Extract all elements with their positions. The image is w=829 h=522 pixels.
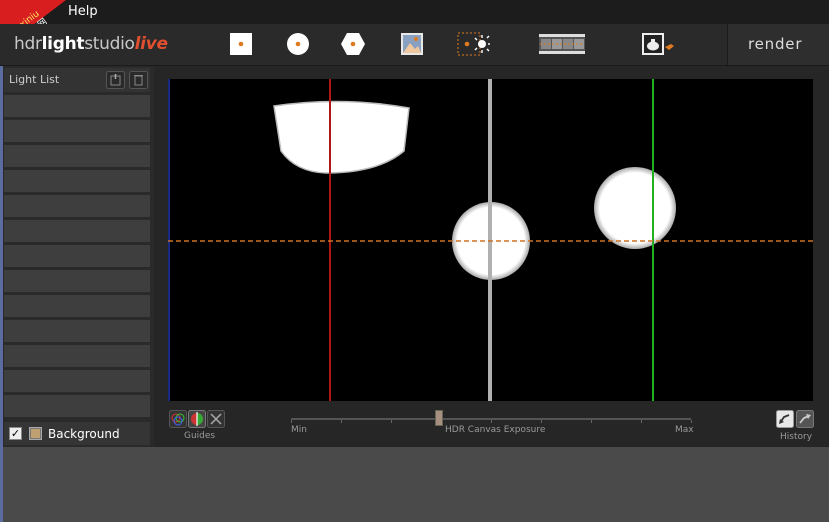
menu-help[interactable]: Help [68, 4, 98, 19]
tool-render-teapot[interactable] [641, 31, 675, 57]
point-light-hexagon-icon [341, 33, 365, 55]
image-light-icon [401, 33, 423, 55]
teapot-render-icon [642, 33, 674, 55]
tool-image-light[interactable] [400, 31, 424, 57]
exposure-min-label: Min [291, 425, 307, 435]
menu-bar [0, 0, 829, 24]
exposure-title: HDR Canvas Exposure [445, 425, 546, 435]
slider-tick [641, 420, 642, 423]
light-list-title: Light List [9, 73, 60, 86]
tool-point-circle[interactable] [286, 31, 310, 57]
sun-light-icon [457, 32, 490, 56]
add-light-icon[interactable] [106, 71, 125, 89]
light-list-slot[interactable] [4, 395, 150, 418]
history-label: History [780, 432, 813, 442]
slider-tick [541, 420, 542, 423]
light-list-slot[interactable] [4, 320, 150, 343]
area-light-shape[interactable] [273, 100, 410, 174]
light-list-slot[interactable] [4, 245, 150, 268]
tool-sun-light[interactable] [457, 31, 491, 57]
footer-area [3, 447, 829, 522]
tool-filmstrip[interactable] [538, 31, 586, 57]
tool-point-square[interactable] [229, 31, 253, 57]
app-logo: hdrlightstudiolive [14, 34, 168, 54]
slider-tick [491, 420, 492, 423]
light-list-slot[interactable] [4, 270, 150, 293]
slider-tick [391, 420, 392, 423]
light-list-slot[interactable] [4, 295, 150, 318]
guides-label: Guides [184, 431, 216, 441]
hdr-canvas[interactable] [168, 79, 813, 401]
slider-tick [691, 420, 692, 423]
guides-rgb-icon[interactable] [169, 410, 187, 428]
light-list-slot[interactable] [4, 345, 150, 368]
light-list-slot[interactable] [4, 195, 150, 218]
background-label: Background [48, 427, 120, 441]
background-image-icon [29, 427, 42, 440]
light-list-slot[interactable] [4, 95, 150, 118]
redo-icon[interactable] [796, 410, 814, 428]
exposure-max-label: Max [675, 425, 694, 435]
point-light-circle-icon [287, 33, 309, 55]
guides-toggle-icon[interactable] [188, 410, 206, 428]
light-list-slot[interactable] [4, 170, 150, 193]
light-list-slot[interactable] [4, 370, 150, 393]
light-list-slot[interactable] [4, 145, 150, 168]
guides-clear-icon[interactable] [207, 410, 225, 428]
filmstrip-icon [539, 34, 585, 54]
render-button[interactable]: render [748, 35, 802, 53]
tool-point-hexagon[interactable] [340, 31, 366, 57]
background-visibility-checkbox[interactable]: ✓ [9, 427, 22, 440]
point-light-square-icon [230, 33, 252, 55]
window-left-edge [0, 66, 3, 522]
slider-tick [341, 420, 342, 423]
delete-light-icon[interactable] [129, 71, 148, 89]
slider-tick [291, 420, 292, 423]
light-list-slot[interactable] [4, 220, 150, 243]
undo-icon[interactable] [776, 410, 794, 428]
exposure-slider-handle[interactable] [435, 410, 443, 426]
slider-tick [591, 420, 592, 423]
light-list-slot[interactable] [4, 120, 150, 143]
circle-light-right[interactable] [594, 167, 676, 249]
